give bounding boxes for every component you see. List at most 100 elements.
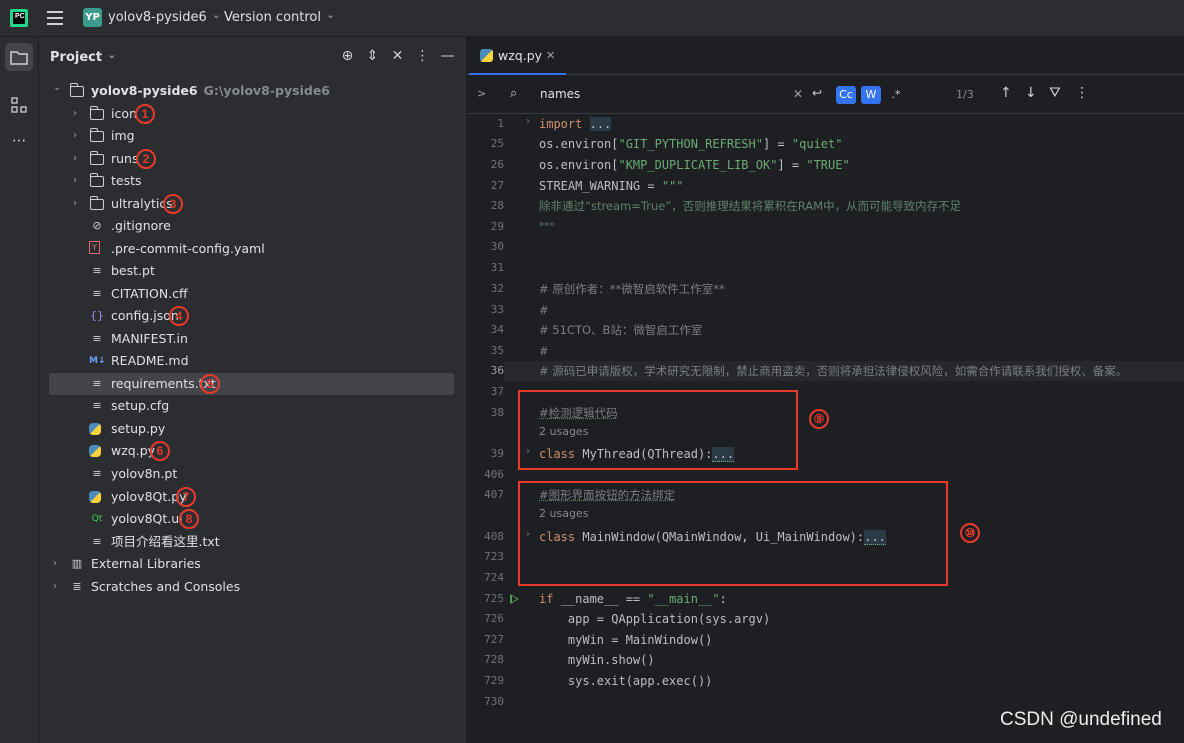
previous-match-icon[interactable]: ↑ [1000, 85, 1012, 101]
annotation-box-9 [518, 390, 798, 470]
line-number: 1 [497, 117, 504, 130]
pycharm-logo-icon[interactable]: PC [10, 9, 28, 27]
tree-item[interactable]: ≡ 项目介绍看这里.txt [39, 531, 467, 553]
expand-replace-icon[interactable]: > [477, 87, 486, 100]
options-icon[interactable]: ⋮ [415, 48, 430, 64]
title-bar: PC YP yolov8-pyside6 Version control [0, 0, 1184, 37]
tree-item[interactable]: wzq.py 6 [39, 440, 467, 462]
version-control-menu[interactable]: Version control [224, 10, 335, 25]
folder-icon [89, 106, 104, 120]
project-panel-title[interactable]: Project [50, 50, 116, 65]
code-line: STREAM_WARNING = """ [539, 179, 684, 193]
text-file-icon: ≡ [92, 467, 102, 480]
text-file-icon: ≡ [92, 287, 102, 300]
chevron-right-icon[interactable]: › [73, 103, 83, 125]
line-number: 28 [490, 199, 504, 212]
line-number: 730 [484, 695, 504, 708]
code-line: os.environ["KMP_DUPLICATE_LIB_OK"] = "TR… [539, 158, 850, 172]
code-line: # 源码已申请版权，学术研究无限制，禁止商用盗卖，否则将承担法律侵权风险，如需合… [539, 364, 1128, 378]
new-line-icon[interactable]: ↩ [812, 86, 822, 100]
tree-item[interactable]: M↓ README.md [39, 350, 467, 372]
tree-item-label: runs [111, 151, 139, 166]
match-case-button[interactable]: Cc [836, 86, 856, 104]
tree-item[interactable]: ⊘ .gitignore [39, 215, 467, 237]
hide-panel-icon[interactable]: — [440, 48, 455, 64]
structure-icon[interactable] [5, 91, 33, 119]
locate-icon[interactable]: ⊕ [340, 48, 355, 64]
chevron-down-icon[interactable]: ⌄ [53, 77, 63, 99]
line-number: 30 [490, 240, 504, 253]
more-tools-icon[interactable]: ··· [5, 127, 33, 155]
main-menu-icon[interactable] [47, 11, 63, 25]
tree-item[interactable]: ≡ MANIFEST.in [39, 328, 467, 350]
tree-item-label: MANIFEST.in [111, 331, 188, 346]
text-file-icon: ≡ [92, 399, 102, 412]
filter-icon[interactable]: ⛛ [1049, 85, 1061, 101]
code-line: sys.exit(app.exec()) [539, 674, 713, 688]
annotation-badge: 3 [163, 194, 183, 214]
tree-item[interactable]: ≡ yolov8n.pt [39, 463, 467, 485]
line-number: 25 [490, 137, 504, 150]
find-options-icon[interactable]: ⋮ [1075, 85, 1089, 101]
scratches-icon: ≣ [72, 580, 82, 593]
tree-item-label: wzq.py [111, 443, 156, 458]
folder-icon [89, 151, 104, 165]
tree-item[interactable]: › tests [39, 170, 467, 192]
expand-all-icon[interactable]: ⇕ [365, 48, 380, 64]
tree-item[interactable]: ≡ CITATION.cff [39, 283, 467, 305]
tree-item[interactable]: yolov8Qt.py 7 [39, 486, 467, 508]
tree-item[interactable]: › ▥ External Libraries [39, 553, 467, 575]
line-number: 26 [490, 158, 504, 171]
tree-item[interactable]: Qt yolov8Qt.ui 8 [39, 508, 467, 530]
tree-item[interactable]: ≡ requirements.txt 5 [49, 373, 454, 395]
tree-item[interactable]: Y .pre-commit-config.yaml [39, 238, 467, 260]
chevron-right-icon[interactable]: › [73, 148, 83, 170]
chevron-right-icon[interactable]: › [73, 125, 83, 147]
chevron-right-icon[interactable]: › [73, 193, 83, 215]
project-panel: Project ⊕ ⇕ ✕ ⋮ — ⌄ yolov8-pyside6G:\yolo… [39, 37, 467, 743]
line-number: 37 [490, 385, 504, 398]
code-line: app = QApplication(sys.argv) [539, 612, 771, 626]
collapse-all-icon[interactable]: ✕ [390, 48, 405, 64]
code-line: # [539, 344, 549, 358]
search-input[interactable]: names [540, 87, 580, 101]
tree-item[interactable]: {} config.json 4 [39, 305, 467, 327]
tree-item[interactable]: › icon 1 [39, 103, 467, 125]
line-number: 725 [484, 592, 504, 605]
regex-button[interactable]: .* [886, 86, 906, 104]
annotation-box-10 [518, 481, 948, 586]
tree-item[interactable]: setup.py [39, 418, 467, 440]
chevron-right-icon[interactable]: › [73, 170, 83, 192]
tree-item[interactable]: ≡ setup.cfg [39, 395, 467, 417]
folder-icon [69, 83, 84, 97]
text-file-icon: ≡ [92, 332, 102, 345]
project-folder-icon[interactable] [5, 43, 33, 71]
run-icon[interactable] [510, 594, 519, 604]
search-icon[interactable]: ⌕ [510, 86, 517, 101]
tree-item[interactable]: ⌄ yolov8-pyside6 G:\yolov8-pyside6 [39, 80, 467, 102]
code-line: 除非通过“stream=True”，否则推理结果将累积在RAM中，从而可能导致内… [539, 199, 962, 213]
clear-search-icon[interactable]: ✕ [793, 87, 803, 101]
whole-words-button[interactable]: W [861, 86, 881, 104]
text-file-icon: ≡ [92, 264, 102, 277]
chevron-right-icon[interactable]: › [53, 576, 63, 598]
close-tab-icon[interactable]: ✕ [546, 37, 555, 75]
line-number: 39 [490, 447, 504, 460]
fold-expand-icon[interactable]: › [526, 116, 530, 127]
tree-item[interactable]: › ultralytics 3 [39, 193, 467, 215]
tree-item-label: Scratches and Consoles [91, 579, 241, 594]
code-line: # 51CTO、B站：微智启工作室 [539, 323, 703, 337]
chevron-right-icon[interactable]: › [53, 553, 63, 575]
tab-wzq-py[interactable]: wzq.py ✕ [469, 37, 566, 75]
project-badge[interactable]: YP [83, 8, 102, 27]
tree-item[interactable]: › runs 2 [39, 148, 467, 170]
project-switcher[interactable]: yolov8-pyside6 [108, 10, 221, 25]
line-number: 31 [490, 261, 504, 274]
tree-item[interactable]: › ≣ Scratches and Consoles [39, 576, 467, 598]
tree-item[interactable]: ≡ best.pt [39, 260, 467, 282]
annotation-badge: 4 [169, 306, 189, 326]
annotation-badge-9: ⑨ [809, 409, 829, 429]
editor-area: wzq.py ✕ > ⌕ names ✕ ↩ Cc W .* 1/3 ↑ ↓ ⛛… [467, 37, 1184, 743]
tree-item[interactable]: › img [39, 125, 467, 147]
next-match-icon[interactable]: ↓ [1025, 85, 1037, 101]
